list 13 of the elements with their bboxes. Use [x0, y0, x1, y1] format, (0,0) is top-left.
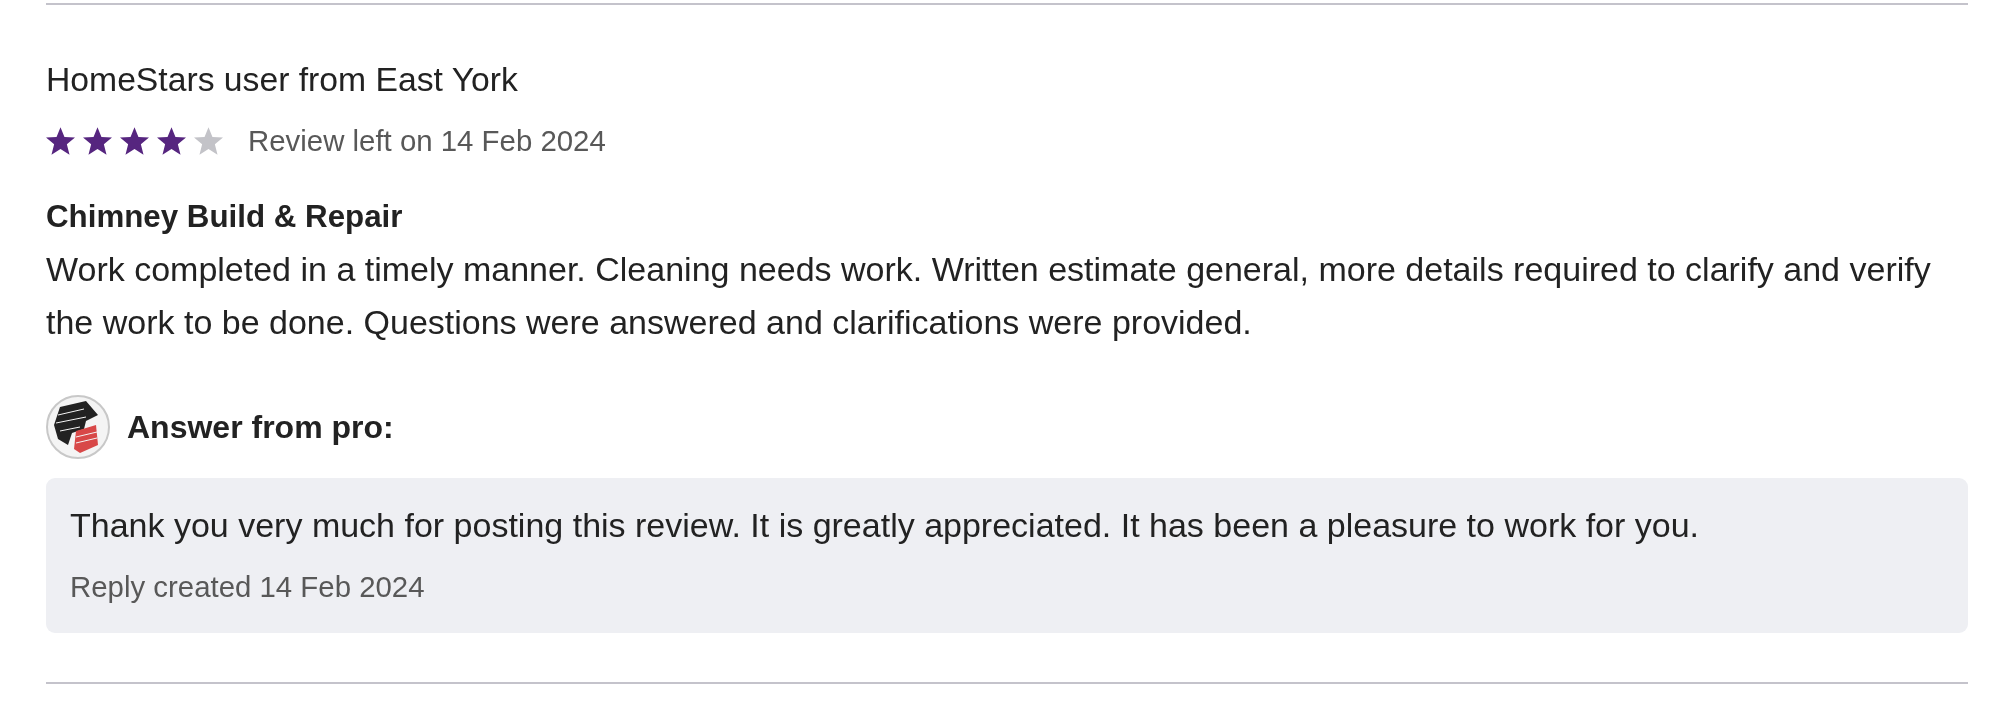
- review-date: Review left on 14 Feb 2024: [248, 123, 606, 159]
- review-title: Chimney Build & Repair: [46, 198, 403, 236]
- star-icon: [83, 127, 112, 155]
- reply-text: Thank you very much for posting this review. It is greatly appreciated. It has been a pleasure to work for you.: [70, 505, 1701, 545]
- star-icon: [194, 127, 223, 155]
- review-text: Work completed in a timely manner. Cleaning needs work. Written estimate general, more details required to clarify and verify the work to be done. Questions were answered and clarifications were provided.: [46, 249, 1932, 343]
- answer-heading: Answer from pro:: [127, 408, 394, 447]
- star-icon: [157, 127, 186, 155]
- star-icon: [120, 127, 149, 155]
- star-icon: [46, 127, 75, 155]
- brick-logo-icon: [46, 395, 110, 459]
- reviewer-name: HomeStars user from East York: [46, 59, 518, 99]
- reply-date: Reply created 14 Feb 2024: [70, 569, 426, 605]
